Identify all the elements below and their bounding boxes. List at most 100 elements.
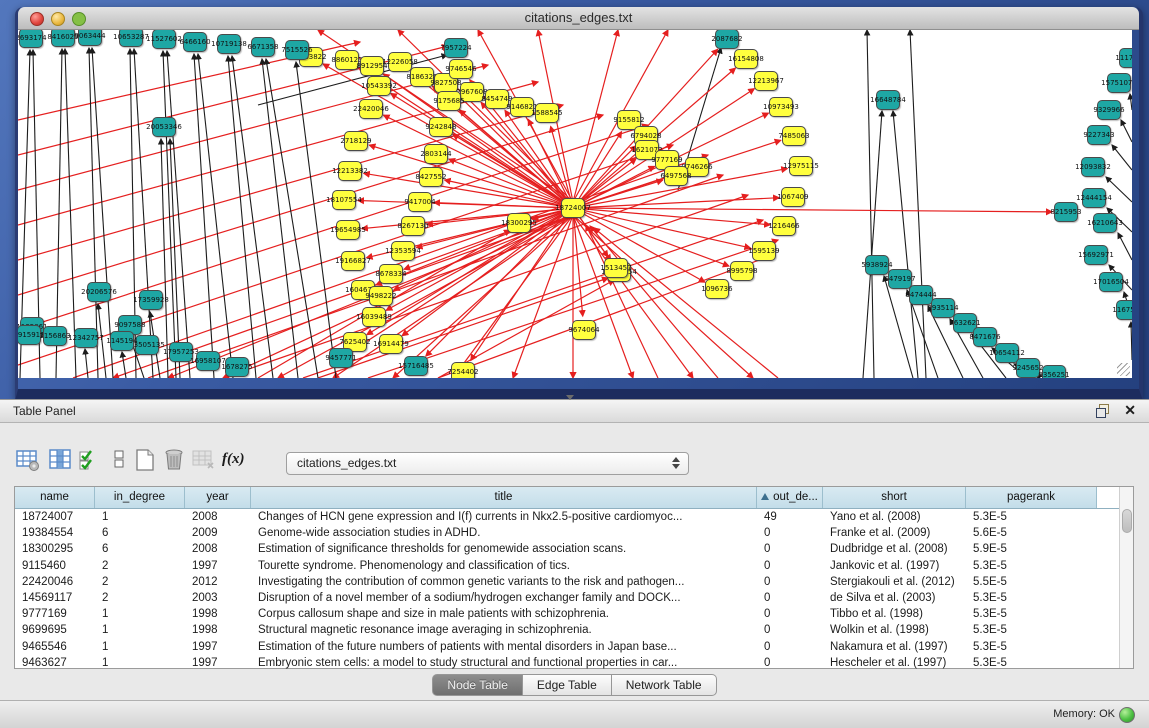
graph-node[interactable]: 10543392 bbox=[367, 76, 391, 96]
graph-node[interactable]: 9175685 bbox=[437, 91, 461, 111]
graph-node[interactable]: 12444154 bbox=[1082, 188, 1106, 208]
table-cell[interactable]: 1998 bbox=[185, 622, 251, 638]
table-cell[interactable]: 9463627 bbox=[15, 655, 95, 671]
table-cell[interactable]: 1 bbox=[95, 606, 185, 622]
table-row[interactable]: 1456911722003Disruption of a novel membe… bbox=[15, 590, 1133, 606]
graph-node[interactable]: 18107554 bbox=[332, 190, 356, 210]
graph-node[interactable]: 9457771 bbox=[329, 348, 353, 368]
graph-node[interactable]: 2803144 bbox=[424, 144, 448, 164]
graph-node[interactable]: 2935114 bbox=[931, 298, 955, 318]
table-cell[interactable]: 22420046 bbox=[15, 574, 95, 590]
table-cell[interactable]: 9115460 bbox=[15, 558, 95, 574]
graph-node[interactable]: 10653287 bbox=[119, 30, 143, 47]
graph-node[interactable]: 16958107 bbox=[196, 351, 220, 371]
graph-node[interactable]: 1096736 bbox=[705, 279, 729, 299]
table-cell[interactable]: Stergiakouli et al. (2012) bbox=[823, 574, 966, 590]
graph-node[interactable]: 20053346 bbox=[152, 117, 176, 137]
table-cell[interactable]: 9465546 bbox=[15, 639, 95, 655]
table-row[interactable]: 1830029562008Estimation of significance … bbox=[15, 541, 1133, 557]
table-cell[interactable]: Embryonic stem cells: a model to study s… bbox=[251, 655, 757, 671]
graph-node[interactable]: 17016504 bbox=[1099, 272, 1123, 292]
graph-node[interactable]: 19654985 bbox=[336, 220, 360, 240]
table-cell[interactable]: Investigating the contribution of common… bbox=[251, 574, 757, 590]
table-cell[interactable]: 2 bbox=[95, 590, 185, 606]
table-cell[interactable]: 5.3E-5 bbox=[966, 655, 1097, 671]
float-panel-icon[interactable] bbox=[1096, 404, 1109, 417]
graph-node[interactable]: 2087682 bbox=[715, 30, 739, 49]
network-canvas[interactable]: 1872400788601238912954122260581054339281… bbox=[18, 30, 1132, 378]
graph-node[interactable]: 1588545 bbox=[535, 103, 559, 123]
graph-node[interactable]: 3915911 bbox=[18, 325, 41, 345]
table-cell[interactable]: Estimation of the future numbers of pati… bbox=[251, 639, 757, 655]
table-cell[interactable]: 0 bbox=[757, 558, 823, 574]
table-row[interactable]: 969969511998Structural magnetic resonanc… bbox=[15, 622, 1133, 638]
graph-node[interactable]: 19166827 bbox=[341, 251, 365, 271]
graph-node[interactable]: 15751074 bbox=[1107, 73, 1131, 93]
graph-node[interactable]: 1595139 bbox=[752, 241, 776, 261]
table-cell[interactable]: Structural magnetic resonance image aver… bbox=[251, 622, 757, 638]
graph-node[interactable]: 18300295 bbox=[507, 213, 531, 233]
table-cell[interactable]: Changes of HCN gene expression and I(f) … bbox=[251, 509, 757, 525]
table-cell[interactable]: 18300295 bbox=[15, 541, 95, 557]
graph-node[interactable]: 9242848 bbox=[429, 117, 453, 137]
table-cell[interactable]: 6 bbox=[95, 525, 185, 541]
table-row[interactable]: 946554611997Estimation of the future num… bbox=[15, 639, 1133, 655]
graph-node[interactable]: 6497568 bbox=[664, 166, 688, 186]
graph-node[interactable]: 10973493 bbox=[769, 97, 793, 117]
table-row[interactable]: 2242004622012Investigating the contribut… bbox=[15, 574, 1133, 590]
graph-node[interactable]: 9245652 bbox=[1016, 358, 1040, 378]
table-row[interactable]: 1938455462009Genome-wide association stu… bbox=[15, 525, 1133, 541]
table-cell[interactable]: 0 bbox=[757, 590, 823, 606]
table-cell[interactable]: 0 bbox=[757, 655, 823, 671]
new-column-icon[interactable] bbox=[133, 448, 157, 472]
column-header-name[interactable]: name bbox=[15, 487, 95, 508]
tab-edge-table[interactable]: Edge Table bbox=[523, 674, 612, 696]
table-cell[interactable]: 2008 bbox=[185, 541, 251, 557]
graph-node[interactable]: 6479197 bbox=[888, 269, 912, 289]
table-cell[interactable]: 6 bbox=[95, 541, 185, 557]
graph-node[interactable]: 8995798 bbox=[730, 261, 754, 281]
table-cell[interactable]: 1 bbox=[95, 639, 185, 655]
graph-node[interactable]: 16914479 bbox=[379, 334, 403, 354]
table-cell[interactable]: 5.3E-5 bbox=[966, 509, 1097, 525]
graph-node[interactable]: 9063444 bbox=[78, 30, 102, 46]
table-cell[interactable]: 5.6E-5 bbox=[966, 525, 1097, 541]
graph-node[interactable]: 1513457 bbox=[604, 258, 628, 278]
graph-node[interactable]: 16154808 bbox=[734, 49, 758, 69]
graph-node[interactable]: 1117544 bbox=[1119, 48, 1132, 68]
table-cell[interactable]: 14569117 bbox=[15, 590, 95, 606]
graph-node[interactable]: 11527602 bbox=[152, 30, 176, 49]
graph-node[interactable]: 12213382 bbox=[338, 161, 362, 181]
graph-node[interactable]: 9498222 bbox=[369, 286, 393, 306]
table-scrollbar[interactable] bbox=[1119, 487, 1133, 668]
close-panel-icon[interactable]: ✕ bbox=[1124, 402, 1136, 419]
table-row[interactable]: 946362711997Embryonic stem cells: a mode… bbox=[15, 655, 1133, 671]
graph-node[interactable]: 20206576 bbox=[87, 282, 111, 302]
table-cell[interactable]: 0 bbox=[757, 525, 823, 541]
graph-node[interactable]: 5938924 bbox=[865, 255, 889, 275]
table-cell[interactable]: 2 bbox=[95, 574, 185, 590]
table-row[interactable]: 1872400712008Changes of HCN gene express… bbox=[15, 509, 1133, 525]
table-cell[interactable]: Tibbo et al. (1998) bbox=[823, 606, 966, 622]
splitter-handle-icon[interactable] bbox=[566, 395, 574, 400]
graph-node[interactable]: 12975115 bbox=[789, 156, 813, 176]
column-header-pagerank[interactable]: pagerank bbox=[966, 487, 1097, 508]
table-cell[interactable]: 1997 bbox=[185, 639, 251, 655]
table-cell[interactable]: Tourette syndrome. Phenomenology and cla… bbox=[251, 558, 757, 574]
table-cell[interactable]: 9777169 bbox=[15, 606, 95, 622]
table-cell[interactable]: 2009 bbox=[185, 525, 251, 541]
table-cell[interactable]: 1997 bbox=[185, 655, 251, 671]
graph-node[interactable]: 15716485 bbox=[404, 356, 428, 376]
table-cell[interactable]: de Silva et al. (2003) bbox=[823, 590, 966, 606]
table-cell[interactable]: Dudbridge et al. (2008) bbox=[823, 541, 966, 557]
table-cell[interactable]: 2003 bbox=[185, 590, 251, 606]
table-select-dropdown[interactable]: citations_edges.txt bbox=[286, 452, 689, 475]
graph-node[interactable]: 1156863 bbox=[43, 326, 67, 346]
graph-node[interactable]: 16210643 bbox=[1093, 213, 1117, 233]
graph-node[interactable]: 8471676 bbox=[973, 327, 997, 347]
graph-node[interactable]: 8215953 bbox=[1054, 202, 1078, 222]
table-cell[interactable]: 1 bbox=[95, 655, 185, 671]
graph-node[interactable]: 1167533 bbox=[1116, 300, 1132, 320]
graph-node[interactable]: 9356251 bbox=[1042, 365, 1066, 378]
column-header-year[interactable]: year bbox=[185, 487, 251, 508]
